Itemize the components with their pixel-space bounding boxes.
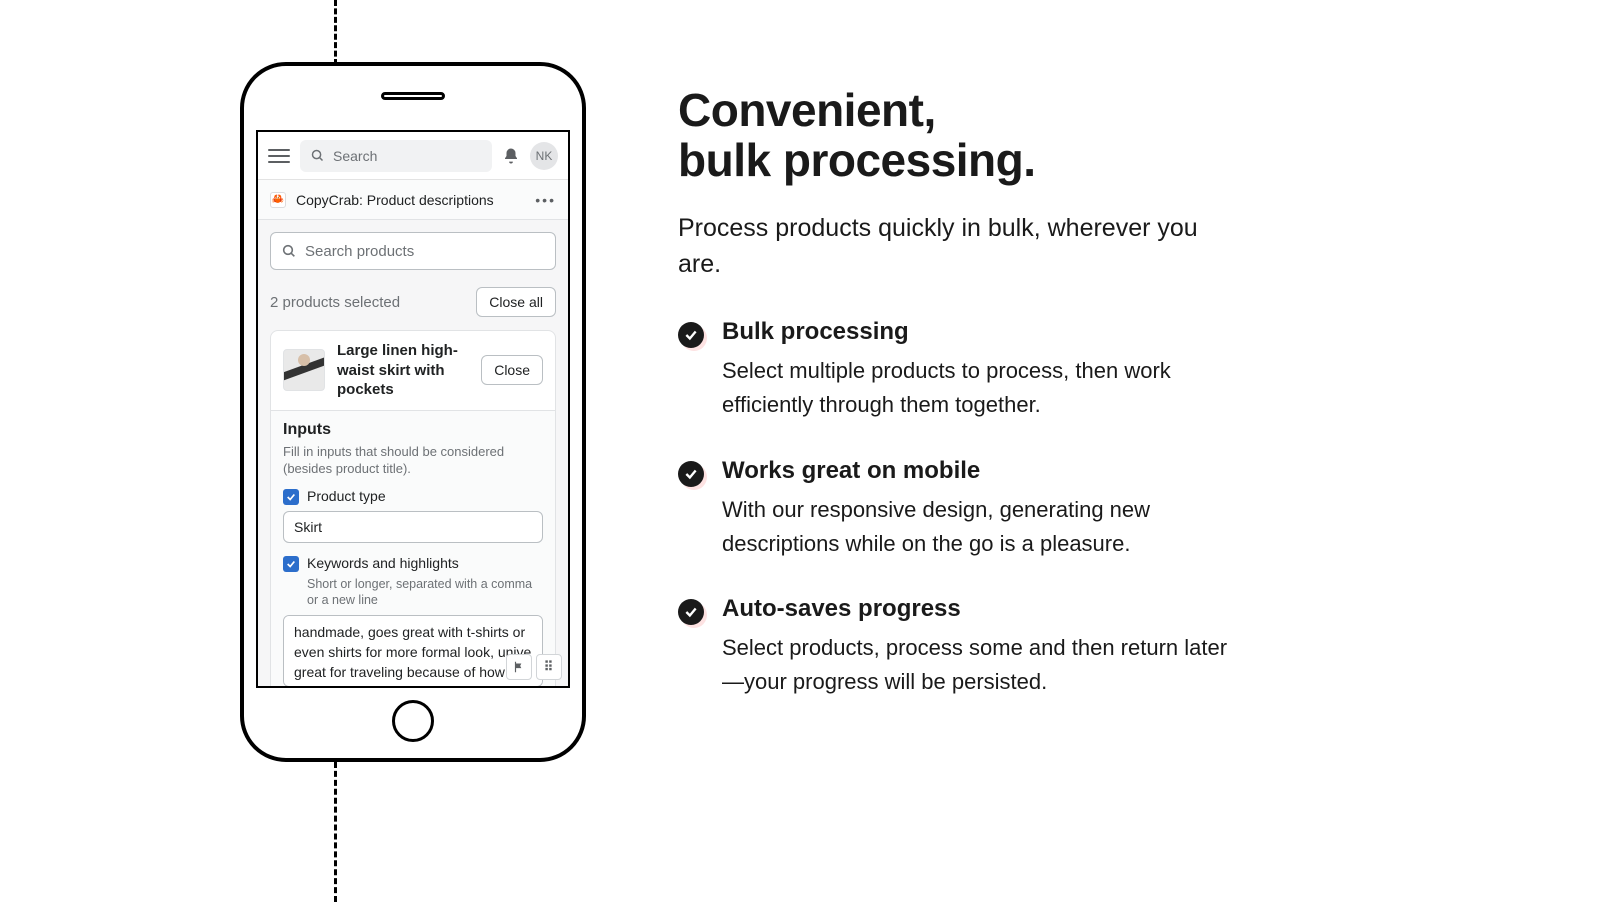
product-type-input[interactable] xyxy=(283,511,543,543)
app-screen: Search NK 🦀 CopyCrab: Product descriptio… xyxy=(256,130,570,688)
close-product-button[interactable]: Close xyxy=(481,355,543,385)
product-thumbnail xyxy=(283,349,325,391)
headline: Convenient, bulk processing. xyxy=(678,86,1238,185)
app-title-bar: 🦀 CopyCrab: Product descriptions ••• xyxy=(258,180,568,220)
check-icon xyxy=(678,599,704,625)
global-search-placeholder: Search xyxy=(333,148,377,164)
feature-item: Bulk processing Select multiple products… xyxy=(678,318,1238,422)
product-type-row: Product type xyxy=(283,488,543,505)
inputs-description: Fill in inputs that should be considered… xyxy=(283,443,543,478)
app-content: Search products 2 products selected Clos… xyxy=(258,220,568,686)
feature-title: Bulk processing xyxy=(722,318,1238,346)
feature-body: Select multiple products to process, the… xyxy=(722,354,1238,422)
more-icon[interactable]: ••• xyxy=(535,192,556,208)
product-card: Large linen high-waist skirt with pocket… xyxy=(270,330,556,686)
selection-count: 2 products selected xyxy=(270,294,400,311)
product-header: Large linen high-waist skirt with pocket… xyxy=(271,331,555,411)
app-topbar: Search NK xyxy=(258,132,568,180)
keywords-label: Keywords and highlights xyxy=(307,555,459,571)
feature-item: Auto-saves progress Select products, pro… xyxy=(678,595,1238,699)
global-search[interactable]: Search xyxy=(300,140,492,172)
flag-icon[interactable] xyxy=(506,654,532,680)
inputs-section: Inputs Fill in inputs that should be con… xyxy=(271,411,555,687)
keywords-input[interactable] xyxy=(283,615,543,686)
menu-icon[interactable] xyxy=(268,145,290,167)
keywords-checkbox[interactable] xyxy=(283,556,299,572)
selection-summary-row: 2 products selected Close all xyxy=(270,284,556,320)
app-icon: 🦀 xyxy=(270,192,286,208)
feature-body: Select products, process some and then r… xyxy=(722,631,1238,699)
product-type-checkbox[interactable] xyxy=(283,489,299,505)
product-title: Large linen high-waist skirt with pocket… xyxy=(337,341,469,400)
notifications-icon[interactable] xyxy=(502,147,520,165)
inputs-heading: Inputs xyxy=(283,421,543,439)
keywords-row: Keywords and highlights xyxy=(283,555,543,572)
decorative-dashed-line-top xyxy=(334,0,337,65)
keywords-hint: Short or longer, separated with a comma … xyxy=(307,576,543,610)
search-icon xyxy=(310,148,325,163)
feature-title: Auto-saves progress xyxy=(722,595,1238,623)
feature-title: Works great on mobile xyxy=(722,457,1238,485)
product-search-placeholder: Search products xyxy=(305,243,414,260)
product-type-label: Product type xyxy=(307,488,386,504)
search-icon xyxy=(281,243,297,259)
phone-home-button xyxy=(392,700,434,742)
check-icon xyxy=(678,461,704,487)
app-title: CopyCrab: Product descriptions xyxy=(296,192,494,208)
feature-body: With our responsive design, generating n… xyxy=(722,493,1238,561)
phone-frame: Search NK 🦀 CopyCrab: Product descriptio… xyxy=(240,62,586,762)
avatar-initials: NK xyxy=(536,149,553,163)
floating-controls: ⠿ xyxy=(506,654,562,680)
drag-handle-icon[interactable]: ⠿ xyxy=(536,654,562,680)
check-icon xyxy=(678,322,704,348)
marketing-copy: Convenient, bulk processing. Process pro… xyxy=(678,86,1238,733)
feature-item: Works great on mobile With our responsiv… xyxy=(678,457,1238,561)
product-search-input[interactable]: Search products xyxy=(270,232,556,270)
lead-paragraph: Process products quickly in bulk, wherev… xyxy=(678,211,1238,282)
decorative-dashed-line-bottom xyxy=(334,762,337,902)
close-all-button[interactable]: Close all xyxy=(476,287,556,317)
avatar[interactable]: NK xyxy=(530,142,558,170)
phone-speaker xyxy=(381,92,445,100)
